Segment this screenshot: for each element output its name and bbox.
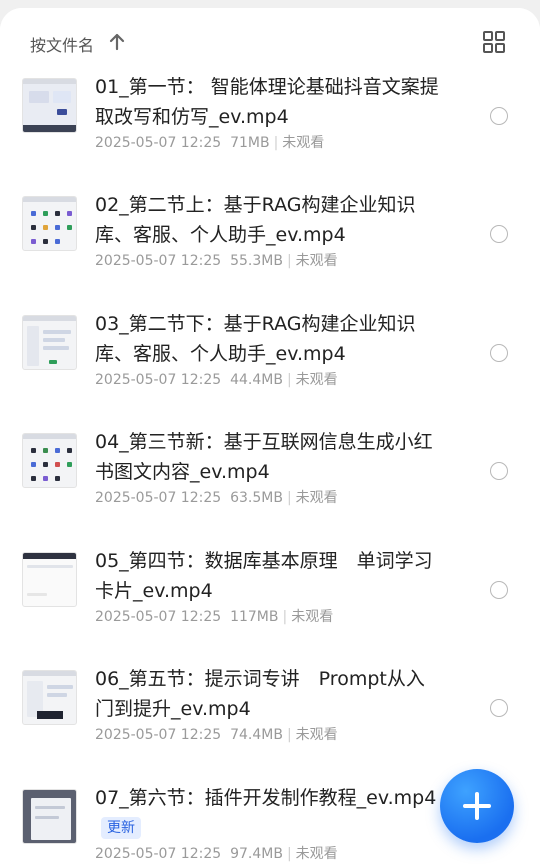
sort-bar: 按文件名 [0,8,540,70]
file-list-sheet: 按文件名 01_第一节： 智能体理论基础抖音文案提取改写和仿写_ev.mp4 2… [0,8,540,868]
select-radio[interactable] [490,581,508,599]
watch-status: 未观看 [295,372,338,388]
plus-icon [463,792,491,820]
file-date: 2025-05-07 12:25 [95,253,222,269]
list-item[interactable]: 01_第一节： 智能体理论基础抖音文案提取改写和仿写_ev.mp4 2025-0… [0,72,540,190]
file-size: 63.5MB [230,490,283,506]
arrow-up-icon[interactable] [108,32,126,52]
update-badge: 更新 [101,817,141,839]
video-thumbnail [22,433,77,488]
file-title: 02_第二节上：基于RAG构建企业知识库、客服、个人助手_ev.mp4 [95,194,416,246]
file-meta: 2025-05-07 12:25 74.4MB | 未观看 [95,727,338,743]
video-thumbnail [22,552,77,607]
file-date: 2025-05-07 12:25 [95,609,222,625]
file-title: 03_第二节下：基于RAG构建企业知识库、客服、个人助手_ev.mp4 [95,313,416,365]
file-meta: 2025-05-07 12:25 117MB | 未观看 [95,609,334,625]
file-title-text: 07_第六节：插件开发制作教程_ev.mp4 [95,787,437,809]
watch-status: 未观看 [295,253,338,269]
file-meta: 2025-05-07 12:25 55.3MB | 未观看 [95,253,338,269]
watch-status: 未观看 [282,135,325,151]
file-date: 2025-05-07 12:25 [95,372,222,388]
file-size: 71MB [230,135,270,151]
video-thumbnail [22,670,77,725]
list-item[interactable]: 06_第五节：提示词专讲 Prompt从入门到提升_ev.mp4 2025-05… [0,664,540,782]
watch-status: 未观看 [291,609,334,625]
list-item[interactable]: 05_第四节：数据库基本原理 单词学习卡片_ev.mp4 2025-05-07 … [0,546,540,664]
file-size: 97.4MB [230,846,283,862]
video-thumbnail [22,315,77,370]
file-date: 2025-05-07 12:25 [95,490,222,506]
watch-status: 未观看 [295,846,338,862]
file-meta: 2025-05-07 12:25 63.5MB | 未观看 [95,490,338,506]
select-radio[interactable] [490,462,508,480]
list-item[interactable]: 02_第二节上：基于RAG构建企业知识库、客服、个人助手_ev.mp4 2025… [0,190,540,308]
grid-view-icon[interactable] [482,30,506,54]
file-title: 01_第一节： 智能体理论基础抖音文案提取改写和仿写_ev.mp4 [95,76,439,128]
file-date: 2025-05-07 12:25 [95,135,222,151]
sort-by-name-label[interactable]: 按文件名 [30,32,94,56]
file-meta: 2025-05-07 12:25 71MB | 未观看 [95,135,325,151]
file-meta: 2025-05-07 12:25 44.4MB | 未观看 [95,372,338,388]
select-radio[interactable] [490,225,508,243]
watch-status: 未观看 [295,490,338,506]
watch-status: 未观看 [295,727,338,743]
file-date: 2025-05-07 12:25 [95,846,222,862]
file-title: 05_第四节：数据库基本原理 单词学习卡片_ev.mp4 [95,550,433,602]
file-title: 07_第六节：插件开发制作教程_ev.mp4 更新 [95,783,440,843]
file-size: 55.3MB [230,253,283,269]
list-item[interactable]: 04_第三节新：基于互联网信息生成小红书图文内容_ev.mp4 2025-05-… [0,427,540,545]
file-size: 74.4MB [230,727,283,743]
add-button[interactable] [440,769,514,843]
file-date: 2025-05-07 12:25 [95,727,222,743]
file-title: 04_第三节新：基于互联网信息生成小红书图文内容_ev.mp4 [95,431,433,483]
select-radio[interactable] [490,344,508,362]
file-title: 06_第五节：提示词专讲 Prompt从入门到提升_ev.mp4 [95,668,425,720]
list-item[interactable]: 03_第二节下：基于RAG构建企业知识库、客服、个人助手_ev.mp4 2025… [0,309,540,427]
video-thumbnail [22,78,77,133]
select-radio[interactable] [490,699,508,717]
video-thumbnail [22,789,77,844]
select-radio[interactable] [490,107,508,125]
file-meta: 2025-05-07 12:25 97.4MB | 未观看 [95,846,338,862]
file-size: 117MB [230,609,279,625]
file-size: 44.4MB [230,372,283,388]
video-thumbnail [22,196,77,251]
